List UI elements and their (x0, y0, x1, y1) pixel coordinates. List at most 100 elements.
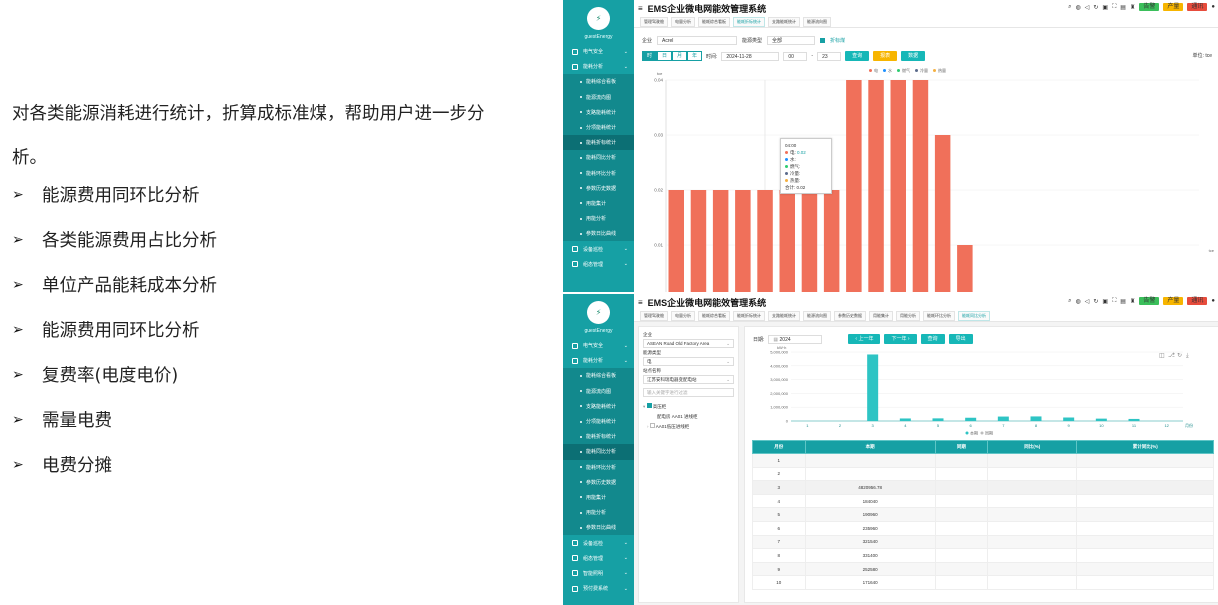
column-header[interactable]: 累计同比(%) (1076, 440, 1214, 454)
sidebar-item[interactable]: 电气安全 ⌄ (563, 44, 634, 59)
column-header[interactable]: 月份 (752, 440, 806, 454)
tree-filter-input[interactable]: 输入关键字进行过滤 (643, 388, 734, 397)
refresh-icon[interactable]: ↻ (1093, 298, 1098, 305)
tree-node[interactable]: › AA01低压进线柜 (643, 422, 734, 432)
table-row[interactable]: 4 184040 (752, 493, 1214, 509)
menu-toggle-icon[interactable]: ≡ (638, 298, 643, 307)
sidebar-item[interactable]: 能耗折标统计 (563, 429, 634, 445)
tab[interactable]: 用能集计 (869, 310, 893, 321)
table-row[interactable]: 7 321540 (752, 534, 1214, 550)
sidebar-item[interactable]: 能源流向图 (563, 383, 634, 399)
sidebar-item[interactable]: 支路能耗统计 (563, 104, 634, 120)
table-row[interactable]: 8 331400 (752, 548, 1214, 563)
bar[interactable] (735, 190, 751, 292)
sidebar-item[interactable]: 能源流向图 (563, 89, 634, 105)
sidebar-item[interactable]: 用能分析 (563, 211, 634, 227)
comm-badge[interactable]: 通讯 (1187, 297, 1208, 305)
sidebar-item[interactable]: 用能集计 (563, 195, 634, 212)
download-icon[interactable]: ⤓ (1186, 352, 1189, 359)
bar[interactable] (912, 80, 929, 292)
bar[interactable] (690, 190, 707, 292)
station-select[interactable]: 江苏安科瑞电器变配电站 ⌄ (643, 375, 734, 384)
tab[interactable]: 管理驾驶舱 (640, 310, 668, 321)
bar[interactable] (846, 80, 862, 292)
bar[interactable] (823, 190, 840, 292)
line-toggle-icon[interactable]: ⎇ (1168, 352, 1175, 359)
bar[interactable] (868, 80, 884, 292)
restore-icon[interactable]: ↻ (1177, 353, 1182, 359)
tab[interactable]: 能耗同比分析 (958, 310, 990, 321)
screenshot-icon[interactable]: ▣ (1102, 298, 1108, 305)
globe-icon[interactable]: ◍ (1075, 298, 1080, 305)
sidebar-item[interactable]: 能耗综合看板 (563, 74, 634, 90)
sidebar-item[interactable]: 参数历史数据 (563, 474, 634, 490)
bar[interactable] (934, 135, 951, 292)
bar[interactable] (1095, 418, 1107, 421)
sidebar-item[interactable]: 组态管理 ⌄ (563, 257, 634, 272)
output-badge[interactable]: 产量 (1163, 297, 1184, 305)
sidebar-item[interactable]: 能耗同比分析 (563, 150, 634, 166)
bar[interactable] (867, 354, 879, 421)
bar-toggle-icon[interactable]: ◫ (1159, 353, 1165, 359)
bar[interactable] (779, 190, 796, 292)
sidebar-item[interactable]: 设备巡检 ⌄ (563, 535, 634, 550)
sidebar-item[interactable]: 设备巡检 ⌄ (563, 241, 634, 256)
legend-current-label[interactable]: 本期 (970, 430, 978, 436)
tab[interactable]: 能源流向图 (803, 310, 831, 321)
table-row[interactable]: 5 190960 (752, 507, 1214, 522)
sidebar-item[interactable]: 支路能耗统计 (563, 398, 634, 414)
layout-icon[interactable]: ▤ (1120, 298, 1126, 305)
tree-checkbox[interactable] (646, 403, 652, 408)
table-row[interactable]: 2 (752, 466, 1214, 482)
column-header[interactable]: 同比(%) (987, 440, 1078, 454)
bar[interactable] (957, 245, 973, 292)
sidebar-item[interactable]: 智能照明 ⌄ (563, 566, 634, 581)
tab[interactable]: 能耗环比分析 (923, 310, 955, 321)
bar[interactable] (965, 417, 977, 421)
tree-node[interactable]: ▾ 高压柜 (643, 402, 734, 412)
legend-prev-label[interactable]: 同期 (985, 430, 993, 436)
tab[interactable]: 参数历史数据 (834, 310, 866, 321)
bar[interactable] (1030, 416, 1042, 421)
tree-node[interactable]: 配电房 AA01 进线柜 (643, 412, 734, 422)
sidebar-item[interactable]: 参数日比曲线 (563, 520, 634, 536)
column-header[interactable]: 同期 (934, 440, 989, 454)
table-row[interactable]: 9 252580 (752, 561, 1214, 577)
tab[interactable]: 支路能耗统计 (768, 310, 800, 321)
fullscreen-icon[interactable]: ⛶ (1112, 298, 1116, 305)
table-row[interactable]: 1 (752, 453, 1214, 468)
bar[interactable] (997, 416, 1009, 421)
sidebar-item[interactable]: 用能集计 (563, 489, 634, 506)
bar[interactable] (668, 190, 685, 292)
user-icon[interactable]: ● (1211, 298, 1215, 304)
shirt-icon[interactable]: ♜ (1130, 298, 1135, 305)
table-row[interactable]: 3 4820956.78 (752, 480, 1214, 495)
sidebar-item[interactable]: 参数历史数据 (563, 180, 634, 196)
bar[interactable] (712, 190, 729, 292)
bar[interactable] (757, 190, 773, 292)
sidebar-item[interactable]: 分项能耗统计 (563, 119, 634, 136)
sidebar-item[interactable]: 电气安全 ⌄ (563, 338, 634, 353)
tab[interactable]: 电量分析 (671, 310, 695, 321)
sidebar-item[interactable]: 能耗环比分析 (563, 459, 634, 475)
sidebar-item[interactable]: 组态管理 ⌄ (563, 551, 634, 566)
bar[interactable] (801, 190, 818, 292)
sidebar-item[interactable]: 预付费系统 ⌄ (563, 581, 634, 596)
sidebar-item[interactable]: 能耗分析 ⌄ (563, 59, 634, 74)
alarm-badge[interactable]: 告警 (1139, 297, 1160, 305)
search-icon[interactable]: ⌕ (1068, 298, 1071, 305)
column-header[interactable]: 本期 (804, 440, 936, 454)
bar[interactable] (932, 418, 944, 421)
bar[interactable] (890, 80, 907, 292)
bar[interactable] (1063, 417, 1075, 421)
sidebar-item[interactable]: 能耗环比分析 (563, 165, 634, 181)
energy-type-select[interactable]: 电 ⌄ (643, 357, 734, 366)
tab[interactable]: 能耗折标统计 (733, 310, 765, 321)
tree-checkbox[interactable] (649, 423, 655, 428)
sound-icon[interactable]: ◁ (1085, 298, 1090, 305)
sidebar-item[interactable]: 参数日比曲线 (563, 226, 634, 242)
table-row[interactable]: 10 171640 (752, 575, 1214, 590)
bar[interactable] (1128, 418, 1140, 421)
sidebar-item[interactable]: 能耗综合看板 (563, 368, 634, 384)
bar[interactable] (899, 418, 911, 421)
